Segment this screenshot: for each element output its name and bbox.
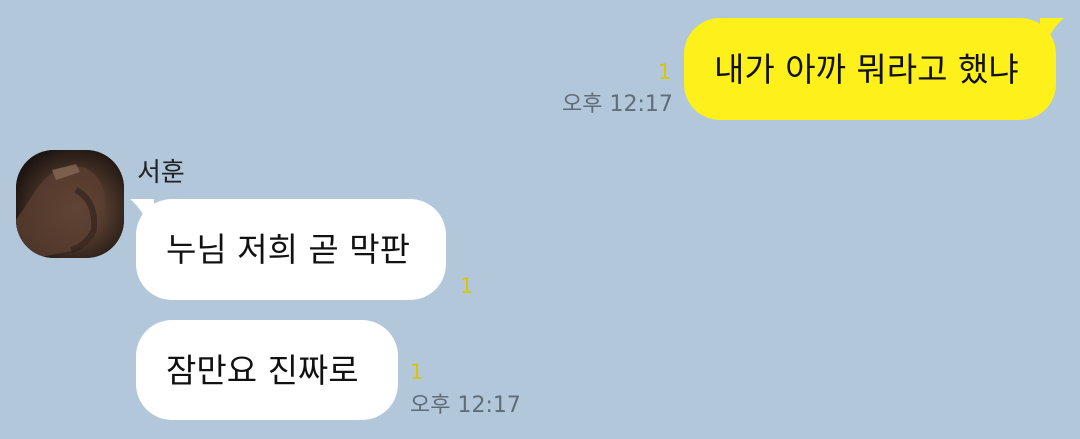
message-text: 잠만요 진짜로 xyxy=(166,350,359,390)
their-message-bubble[interactable]: 잠만요 진짜로 xyxy=(136,320,398,420)
their-message-bubble[interactable]: 누님 저희 곧 막판 xyxy=(136,199,446,300)
message-timestamp: 오후 12:17 xyxy=(410,393,521,418)
my-bubble-tail xyxy=(1040,18,1064,44)
unread-count: 1 xyxy=(410,360,424,384)
avatar[interactable] xyxy=(16,150,124,258)
sender-name: 서훈 xyxy=(137,158,185,188)
my-message-bubble[interactable]: 내가 아까 뭐라고 했냐 xyxy=(684,18,1056,120)
their-bubble-tail xyxy=(130,199,154,225)
unread-count: 1 xyxy=(658,60,672,84)
profile-photo-icon xyxy=(16,150,124,258)
message-text: 누님 저희 곧 막판 xyxy=(166,230,410,269)
message-text: 내가 아까 뭐라고 했냐 xyxy=(714,49,1019,89)
unread-count: 1 xyxy=(460,274,474,298)
message-timestamp: 오후 12:17 xyxy=(562,92,673,117)
